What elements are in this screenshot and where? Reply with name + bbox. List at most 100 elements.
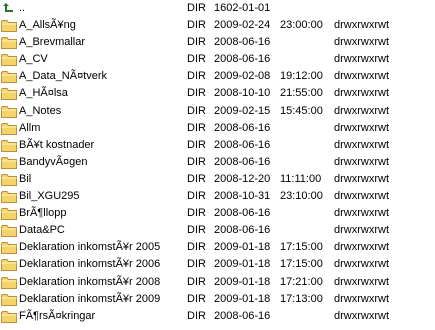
folder-icon xyxy=(1,276,17,289)
file-row[interactable]: FÃ¶rsÃ¤kringar DIR 2008-06-16 drwxrwxrwt xyxy=(0,308,435,325)
file-row[interactable]: .. DIR 1602-01-01 xyxy=(0,0,435,17)
file-name: A_AllsÃ¥ng xyxy=(19,19,76,32)
file-time: 17:13:00 xyxy=(280,292,323,305)
file-attributes: drwxrwxrwt xyxy=(334,138,389,151)
file-date: 2009-02-15 xyxy=(214,104,271,117)
folder-icon xyxy=(1,310,17,323)
file-row[interactable]: A_Data_NÃ¤tverk DIR 2009-02-08 19:12:00 drwx… xyxy=(0,68,435,85)
folder-icon xyxy=(1,139,17,152)
file-type: DIR xyxy=(187,19,206,32)
file-name: Deklaration inkomstÃ¥r 2006 xyxy=(19,258,161,271)
file-row[interactable]: Deklaration inkomstÃ¥r 2005 DIR 2009-01-18… xyxy=(0,239,435,256)
file-name: Deklaration inkomstÃ¥r 2005 xyxy=(19,241,161,254)
file-date: 2009-01-18 xyxy=(214,275,271,288)
file-type: DIR xyxy=(187,258,206,271)
file-name: BrÃ¶llopp xyxy=(19,207,67,220)
file-name: FÃ¶rsÃ¤kringar xyxy=(19,309,96,322)
file-row[interactable]: Bil_XGU295 DIR 2008-10-31 23:10:00 drwxrwxrw… xyxy=(0,188,435,205)
file-date: 2009-01-18 xyxy=(214,241,271,254)
folder-icon xyxy=(1,293,17,306)
file-time: 23:00:00 xyxy=(280,19,323,32)
file-name: Bil_XGU295 xyxy=(19,190,80,203)
file-row[interactable]: A_HÃ¤lsa DIR 2008-10-10 21:55:00 drwxrwxrwt xyxy=(0,85,435,102)
folder-icon xyxy=(1,207,17,221)
file-date: 2008-06-16 xyxy=(214,138,271,151)
file-date: 2009-01-18 xyxy=(214,292,271,305)
file-row[interactable]: Bil DIR 2008-12-20 11:11:00 drwxrwxrwt xyxy=(0,171,435,188)
file-row[interactable]: BÃ¥t kostnader DIR 2008-06-16 drwxrwxrwt xyxy=(0,137,435,154)
file-row[interactable]: Deklaration inkomstÃ¥r 2008 DIR 2009-01-18… xyxy=(0,274,435,291)
file-type: DIR xyxy=(187,224,206,237)
file-attributes: drwxrwxrwt xyxy=(334,309,389,322)
file-type: DIR xyxy=(187,70,206,83)
file-date: 2008-10-31 xyxy=(214,190,271,203)
file-list: .. DIR 1602-01-01 A_AllsÃ¥ng DIR 2009-02-24 23… xyxy=(0,0,435,325)
file-type: DIR xyxy=(187,104,206,117)
file-name: Allm xyxy=(19,121,41,134)
file-name: Deklaration inkomstÃ¥r 2009 xyxy=(19,292,161,305)
file-attributes: drwxrwxrwt xyxy=(334,292,389,305)
file-date: 2008-06-16 xyxy=(214,53,271,66)
file-name: Bil xyxy=(19,172,32,185)
file-date: 2008-06-16 xyxy=(214,309,271,322)
file-name: A_Data_NÃ¤tverk xyxy=(19,70,108,83)
file-date: 2008-06-16 xyxy=(214,155,271,168)
folder-icon xyxy=(1,53,17,67)
file-type: DIR xyxy=(187,155,206,168)
file-time: 17:21:00 xyxy=(280,275,323,288)
folder-icon xyxy=(1,19,17,33)
file-type: DIR xyxy=(187,121,206,134)
file-type: DIR xyxy=(187,241,206,254)
folder-icon xyxy=(1,156,17,169)
file-date: 2008-06-16 xyxy=(214,121,271,134)
file-type: DIR xyxy=(187,36,206,49)
file-row[interactable]: A_AllsÃ¥ng DIR 2009-02-24 23:00:00 drwxrwxrw… xyxy=(0,17,435,34)
folder-icon xyxy=(1,105,17,118)
folder-icon xyxy=(1,224,17,238)
file-type: DIR xyxy=(187,87,206,100)
file-row[interactable]: BrÃ¶llopp DIR 2008-06-16 drwxrwxrwt xyxy=(0,205,435,222)
file-row[interactable]: Deklaration inkomstÃ¥r 2006 DIR 2009-01-18… xyxy=(0,256,435,273)
file-date: 2008-06-16 xyxy=(214,36,271,49)
file-date: 2008-06-16 xyxy=(214,207,271,220)
file-attributes: drwxrwxrwt xyxy=(334,275,389,288)
file-name: .. xyxy=(19,2,26,14)
file-row[interactable]: A_Notes DIR 2009-02-15 15:45:00 drwxrwxrwt xyxy=(0,103,435,120)
file-attributes: drwxrwxrwt xyxy=(334,172,389,185)
file-attributes: drwxrwxrwt xyxy=(334,155,389,168)
folder-icon xyxy=(1,241,17,255)
file-date: 2008-06-16 xyxy=(214,224,271,237)
file-row[interactable]: A_CV DIR 2008-06-16 drwxrwxrwt xyxy=(0,51,435,68)
file-row[interactable]: Allm DIR 2008-06-16 drwxrwxrwt xyxy=(0,120,435,137)
file-time: 11:11:00 xyxy=(280,172,322,185)
file-type: DIR xyxy=(187,172,206,185)
file-date: 2009-01-18 xyxy=(214,258,271,271)
file-attributes: drwxrwxrwt xyxy=(334,36,389,49)
folder-icon xyxy=(1,190,17,204)
file-row[interactable]: Data&PC DIR 2008-06-16 drwxrwxrwt xyxy=(0,222,435,239)
file-attributes: drwxrwxrwt xyxy=(334,19,389,32)
file-attributes: drwxrwxrwt xyxy=(334,241,389,254)
file-date: 1602-01-01 xyxy=(214,2,271,14)
file-attributes: drwxrwxrwt xyxy=(334,104,389,117)
file-row[interactable]: BandyvÃ¤gen DIR 2008-06-16 drwxrwxrwt xyxy=(0,154,435,171)
file-time: 15:45:00 xyxy=(280,104,323,117)
file-type: DIR xyxy=(187,2,206,14)
file-attributes: drwxrwxrwt xyxy=(334,70,389,83)
file-type: DIR xyxy=(187,292,206,305)
file-type: DIR xyxy=(187,190,206,203)
file-name: BandyvÃ¤gen xyxy=(19,155,88,168)
file-row[interactable]: A_Brevmallar DIR 2008-06-16 drwxrwxrwt xyxy=(0,34,435,51)
file-row[interactable]: Deklaration inkomstÃ¥r 2009 DIR 2009-01-18… xyxy=(0,291,435,308)
folder-icon xyxy=(1,70,17,84)
folder-icon xyxy=(1,122,17,135)
file-date: 2008-10-10 xyxy=(214,87,271,100)
file-attributes: drwxrwxrwt xyxy=(334,190,389,203)
file-attributes: drwxrwxrwt xyxy=(334,258,389,271)
file-name: A_Notes xyxy=(19,104,62,117)
folder-icon xyxy=(1,87,17,101)
file-attributes: drwxrwxrwt xyxy=(334,53,389,66)
folder-icon xyxy=(1,258,17,272)
file-attributes: drwxrwxrwt xyxy=(334,224,389,237)
file-date: 2009-02-08 xyxy=(214,70,271,83)
